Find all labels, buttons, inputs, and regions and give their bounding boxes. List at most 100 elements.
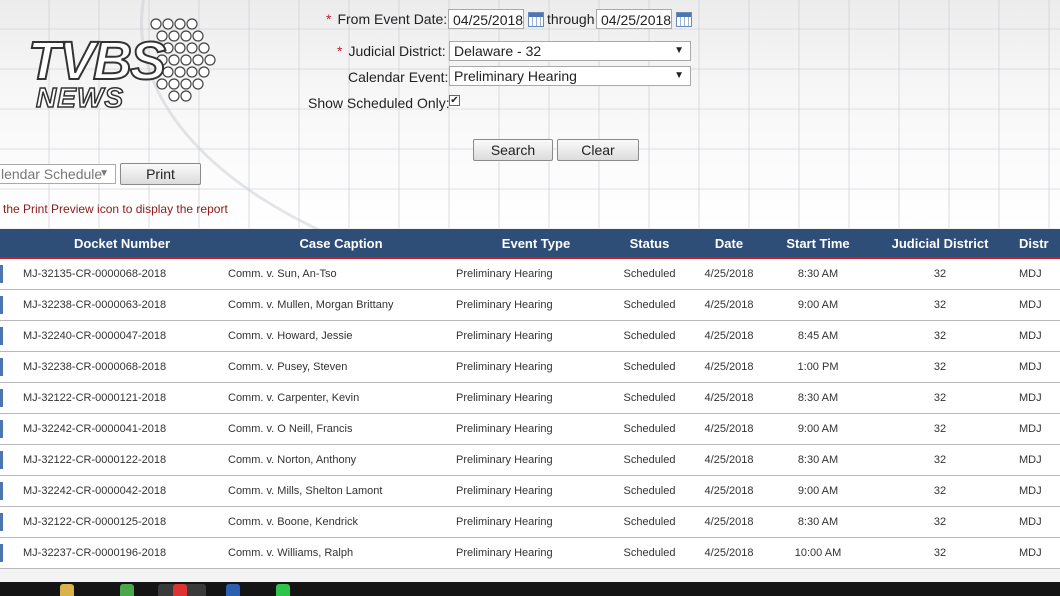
docket-number[interactable]: MJ-32135-CR-0000068-2018 — [23, 268, 166, 280]
through-date-input[interactable]: 04/25/2018 — [596, 9, 672, 29]
table-row[interactable]: MJ-32238-CR-0000068-2018 Comm. v. Pusey, … — [0, 351, 1060, 383]
docket-number[interactable]: MJ-32122-CR-0000125-2018 — [23, 516, 166, 528]
table-cell: 32 — [861, 351, 1019, 383]
table-cell: MJ-32240-CR-0000047-2018 — [0, 320, 226, 352]
table-cell: Scheduled — [616, 289, 683, 321]
scheduled-only-checkbox[interactable]: ✔ — [449, 95, 460, 106]
table-cell: MDJ — [1019, 351, 1060, 383]
table-row[interactable]: MJ-32242-CR-0000042-2018 Comm. v. Mills, … — [0, 475, 1060, 507]
word-icon[interactable] — [226, 584, 240, 596]
table-cell: Comm. v. Norton, Anthony — [226, 444, 456, 476]
row-indicator — [0, 358, 3, 376]
table-cell: MJ-32242-CR-0000042-2018 — [0, 475, 226, 507]
table-cell: Preliminary Hearing — [456, 351, 616, 383]
table-cell: 10:00 AM — [775, 537, 861, 569]
table-cell: 32 — [861, 258, 1019, 290]
table-cell: Scheduled — [616, 413, 683, 445]
column-header[interactable]: Event Type — [456, 229, 616, 259]
table-cell: MDJ — [1019, 537, 1060, 569]
table-cell: Preliminary Hearing — [456, 320, 616, 352]
logo-sub-text: NEWS — [35, 81, 124, 114]
table-cell: MJ-32238-CR-0000068-2018 — [0, 351, 226, 383]
table-cell: Comm. v. Sun, An-Tso — [226, 258, 456, 290]
table-cell: 32 — [861, 289, 1019, 321]
row-indicator — [0, 451, 3, 469]
search-button[interactable]: Search — [473, 139, 553, 161]
table-cell: 4/25/2018 — [683, 444, 775, 476]
clear-button[interactable]: Clear — [557, 139, 639, 161]
table-cell: MDJ — [1019, 413, 1060, 445]
table-cell: 8:30 AM — [775, 506, 861, 538]
docket-number[interactable]: MJ-32238-CR-0000063-2018 — [23, 299, 166, 311]
table-cell: 4/25/2018 — [683, 506, 775, 538]
table-cell: 4/25/2018 — [683, 382, 775, 414]
table-cell: Preliminary Hearing — [456, 506, 616, 538]
scheduled-only-label: Show Scheduled Only: — [308, 95, 450, 111]
table-cell: Scheduled — [616, 320, 683, 352]
row-indicator — [0, 420, 3, 438]
table-cell: Comm. v. Mullen, Morgan Brittany — [226, 289, 456, 321]
docket-number[interactable]: MJ-32122-CR-0000122-2018 — [23, 454, 166, 466]
table-cell: Scheduled — [616, 351, 683, 383]
table-cell: Preliminary Hearing — [456, 258, 616, 290]
table-row[interactable]: MJ-32240-CR-0000047-2018 Comm. v. Howard,… — [0, 320, 1060, 352]
docket-number[interactable]: MJ-32238-CR-0000068-2018 — [23, 361, 166, 373]
docket-number[interactable]: MJ-32122-CR-0000121-2018 — [23, 392, 166, 404]
table-cell: 32 — [861, 413, 1019, 445]
table-row[interactable]: MJ-32238-CR-0000063-2018 Comm. v. Mullen,… — [0, 289, 1060, 321]
column-header[interactable]: Start Time — [775, 229, 861, 259]
docket-number[interactable]: MJ-32242-CR-0000041-2018 — [23, 423, 166, 435]
table-cell: MJ-32135-CR-0000068-2018 — [0, 258, 226, 290]
column-header[interactable]: Judicial District — [861, 229, 1019, 259]
calendar-event-select[interactable]: Preliminary Hearing ▼ — [449, 66, 691, 86]
row-indicator — [0, 513, 3, 531]
table-cell: 32 — [861, 382, 1019, 414]
docket-number[interactable]: MJ-32237-CR-0000196-2018 — [23, 547, 166, 559]
table-cell: 4/25/2018 — [683, 289, 775, 321]
from-date-input[interactable]: 04/25/2018 — [448, 9, 524, 29]
table-row[interactable]: MJ-32122-CR-0000121-2018 Comm. v. Carpent… — [0, 382, 1060, 414]
table-cell: Scheduled — [616, 444, 683, 476]
table-row[interactable]: MJ-32135-CR-0000068-2018 Comm. v. Sun, An… — [0, 258, 1060, 290]
table-row[interactable]: MJ-32242-CR-0000041-2018 Comm. v. O Neill… — [0, 413, 1060, 445]
through-label: through — [547, 11, 595, 27]
table-row[interactable]: MJ-32237-CR-0000196-2018 Comm. v. William… — [0, 537, 1060, 569]
table-cell: Comm. v. Mills, Shelton Lamont — [226, 475, 456, 507]
table-cell: 8:45 AM — [775, 320, 861, 352]
table-cell: MDJ — [1019, 289, 1060, 321]
table-row[interactable]: MJ-32122-CR-0000125-2018 Comm. v. Boone, … — [0, 506, 1060, 538]
chevron-down-icon: ▼ — [674, 45, 684, 56]
column-header[interactable]: Date — [683, 229, 775, 259]
folder-icon[interactable] — [60, 584, 74, 596]
table-cell: Preliminary Hearing — [456, 537, 616, 569]
column-header[interactable]: Distr — [1019, 229, 1060, 259]
calendar-icon[interactable] — [528, 12, 544, 27]
print-hint-text: the Print Preview icon to display the re… — [3, 202, 228, 216]
column-header[interactable]: Docket Number — [0, 229, 226, 259]
app-icon[interactable] — [120, 584, 134, 596]
column-header[interactable]: Case Caption — [226, 229, 456, 259]
table-cell: 4/25/2018 — [683, 413, 775, 445]
chat-icon[interactable] — [276, 584, 290, 596]
report-type-select[interactable]: lendar Schedule ▼ — [0, 164, 116, 184]
table-cell: 4/25/2018 — [683, 320, 775, 352]
table-cell: Comm. v. O Neill, Francis — [226, 413, 456, 445]
chevron-down-icon: ▼ — [674, 70, 684, 81]
docket-number[interactable]: MJ-32240-CR-0000047-2018 — [23, 330, 166, 342]
district-select[interactable]: Delaware - 32 ▼ — [449, 41, 691, 61]
print-button[interactable]: Print — [120, 163, 201, 185]
table-cell: Preliminary Hearing — [456, 382, 616, 414]
docket-number[interactable]: MJ-32242-CR-0000042-2018 — [23, 485, 166, 497]
table-row[interactable]: MJ-32122-CR-0000122-2018 Comm. v. Norton,… — [0, 444, 1060, 476]
row-indicator — [0, 544, 3, 562]
calendar-icon[interactable] — [676, 12, 692, 27]
row-indicator — [0, 296, 3, 314]
table-cell: MJ-32238-CR-0000063-2018 — [0, 289, 226, 321]
table-cell: Comm. v. Boone, Kendrick — [226, 506, 456, 538]
browser-icon[interactable] — [173, 584, 187, 596]
taskbar — [0, 582, 1060, 596]
table-cell: MDJ — [1019, 475, 1060, 507]
table-cell: Comm. v. Pusey, Steven — [226, 351, 456, 383]
column-header[interactable]: Status — [616, 229, 683, 259]
table-cell: Scheduled — [616, 537, 683, 569]
